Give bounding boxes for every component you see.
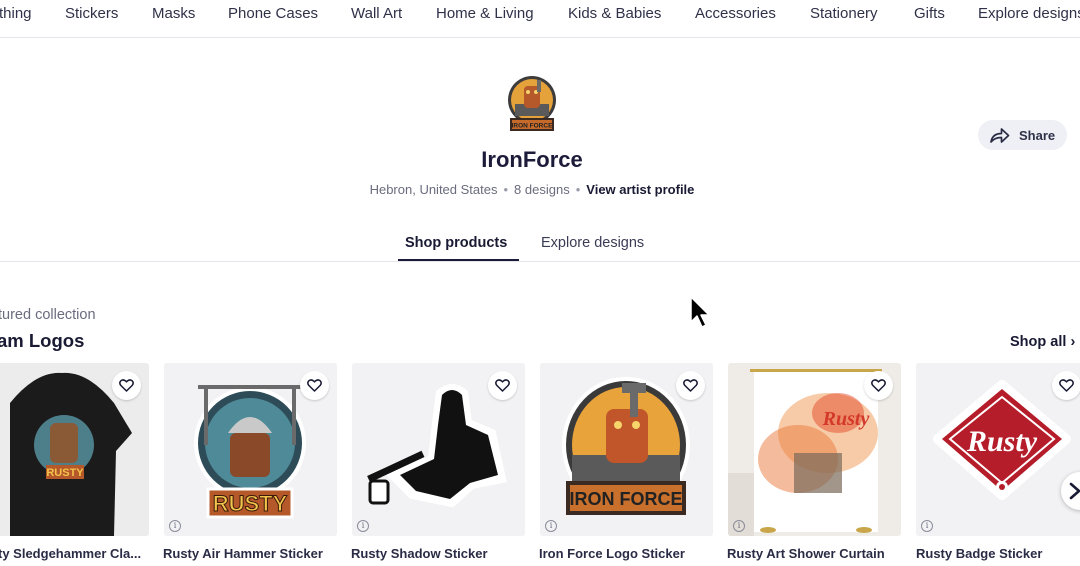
info-icon[interactable]: i bbox=[169, 520, 181, 532]
favorite-button[interactable] bbox=[300, 371, 329, 400]
separator-dot: • bbox=[503, 182, 509, 197]
share-label: Share bbox=[1019, 127, 1056, 143]
product-art-text: RUSTY bbox=[46, 467, 84, 479]
shop-all-link[interactable]: Shop all › bbox=[1010, 334, 1075, 350]
favorite-button[interactable] bbox=[112, 371, 141, 400]
logo-wordmark: IRON FORCE bbox=[512, 123, 553, 130]
design-count: 8 designs bbox=[514, 182, 570, 197]
shop-logo: IRON FORCE bbox=[508, 76, 556, 131]
nav-item-stickers[interactable]: Stickers bbox=[65, 5, 118, 22]
nav-item-stationery[interactable]: Stationery bbox=[810, 5, 878, 22]
product-title[interactable]: Iron Force Logo Sticker bbox=[539, 546, 714, 561]
nav-item-wall-art[interactable]: Wall Art bbox=[351, 5, 402, 22]
favorite-button[interactable] bbox=[1052, 371, 1080, 400]
shop-name: IronForce bbox=[481, 147, 583, 172]
product-art-text: RUSTY bbox=[213, 491, 288, 516]
favorite-button[interactable] bbox=[676, 371, 705, 400]
view-artist-profile-link[interactable]: View artist profile bbox=[586, 182, 694, 197]
share-arrow-icon bbox=[990, 127, 1010, 143]
product-art-text: Rusty bbox=[822, 408, 870, 430]
shop-all-label: Shop all bbox=[1010, 334, 1067, 350]
collection-title: am Logos bbox=[0, 330, 85, 351]
heart-outline-icon bbox=[307, 379, 322, 392]
info-icon[interactable]: i bbox=[733, 520, 745, 532]
product-card[interactable]: RUSTY i bbox=[164, 363, 337, 536]
chevron-right-icon bbox=[1069, 482, 1080, 500]
nav-item-home-living[interactable]: Home & Living bbox=[436, 5, 534, 22]
favorite-button[interactable] bbox=[864, 371, 893, 400]
info-icon[interactable]: i bbox=[545, 520, 557, 532]
product-card[interactable]: IRON FORCE i bbox=[540, 363, 713, 536]
info-icon[interactable]: i bbox=[357, 520, 369, 532]
nav-item-clothing[interactable]: thing bbox=[0, 5, 32, 22]
tab-explore-designs[interactable]: Explore designs bbox=[541, 235, 644, 251]
product-card[interactable]: RUSTY bbox=[0, 363, 149, 536]
shop-location: Hebron, United States bbox=[369, 182, 498, 197]
nav-item-gifts[interactable]: Gifts bbox=[914, 5, 945, 22]
product-title[interactable]: Rusty Badge Sticker bbox=[916, 546, 1080, 561]
tabs-divider bbox=[0, 261, 1080, 262]
heart-outline-icon bbox=[495, 379, 510, 392]
heart-outline-icon bbox=[683, 379, 698, 392]
heart-outline-icon bbox=[119, 379, 134, 392]
heart-outline-icon bbox=[871, 379, 886, 392]
product-card[interactable]: i bbox=[352, 363, 525, 536]
product-art-text: IRON FORCE bbox=[569, 489, 682, 509]
collection-eyebrow: tured collection bbox=[0, 307, 96, 323]
nav-item-accessories[interactable]: Accessories bbox=[695, 5, 776, 22]
product-title[interactable]: ty Sledgehammer Cla... bbox=[0, 546, 148, 561]
shop-meta: Hebron, United States • 8 designs • View art… bbox=[0, 182, 1064, 197]
product-card[interactable]: Rusty i bbox=[916, 363, 1080, 536]
separator-dot: • bbox=[575, 182, 581, 197]
info-icon[interactable]: i bbox=[921, 520, 933, 532]
nav-item-kids-babies[interactable]: Kids & Babies bbox=[568, 5, 661, 22]
product-title[interactable]: Rusty Art Shower Curtain bbox=[727, 546, 902, 561]
nav-item-masks[interactable]: Masks bbox=[152, 5, 195, 22]
product-art-text: Rusty bbox=[966, 425, 1038, 458]
nav-item-explore-designs[interactable]: Explore designs bbox=[978, 5, 1080, 22]
favorite-button[interactable] bbox=[488, 371, 517, 400]
nav-item-phone-cases[interactable]: Phone Cases bbox=[228, 5, 318, 22]
share-button[interactable]: Share bbox=[978, 120, 1067, 150]
mouse-cursor-icon bbox=[690, 296, 710, 328]
product-card[interactable]: Rusty i bbox=[728, 363, 901, 536]
tab-shop-products[interactable]: Shop products bbox=[405, 235, 507, 251]
heart-outline-icon bbox=[1059, 379, 1074, 392]
category-nav: thing Stickers Masks Phone Cases Wall Ar… bbox=[0, 0, 1080, 38]
chevron-right-icon: › bbox=[1070, 334, 1076, 350]
product-title[interactable]: Rusty Air Hammer Sticker bbox=[163, 546, 338, 561]
product-title[interactable]: Rusty Shadow Sticker bbox=[351, 546, 526, 561]
